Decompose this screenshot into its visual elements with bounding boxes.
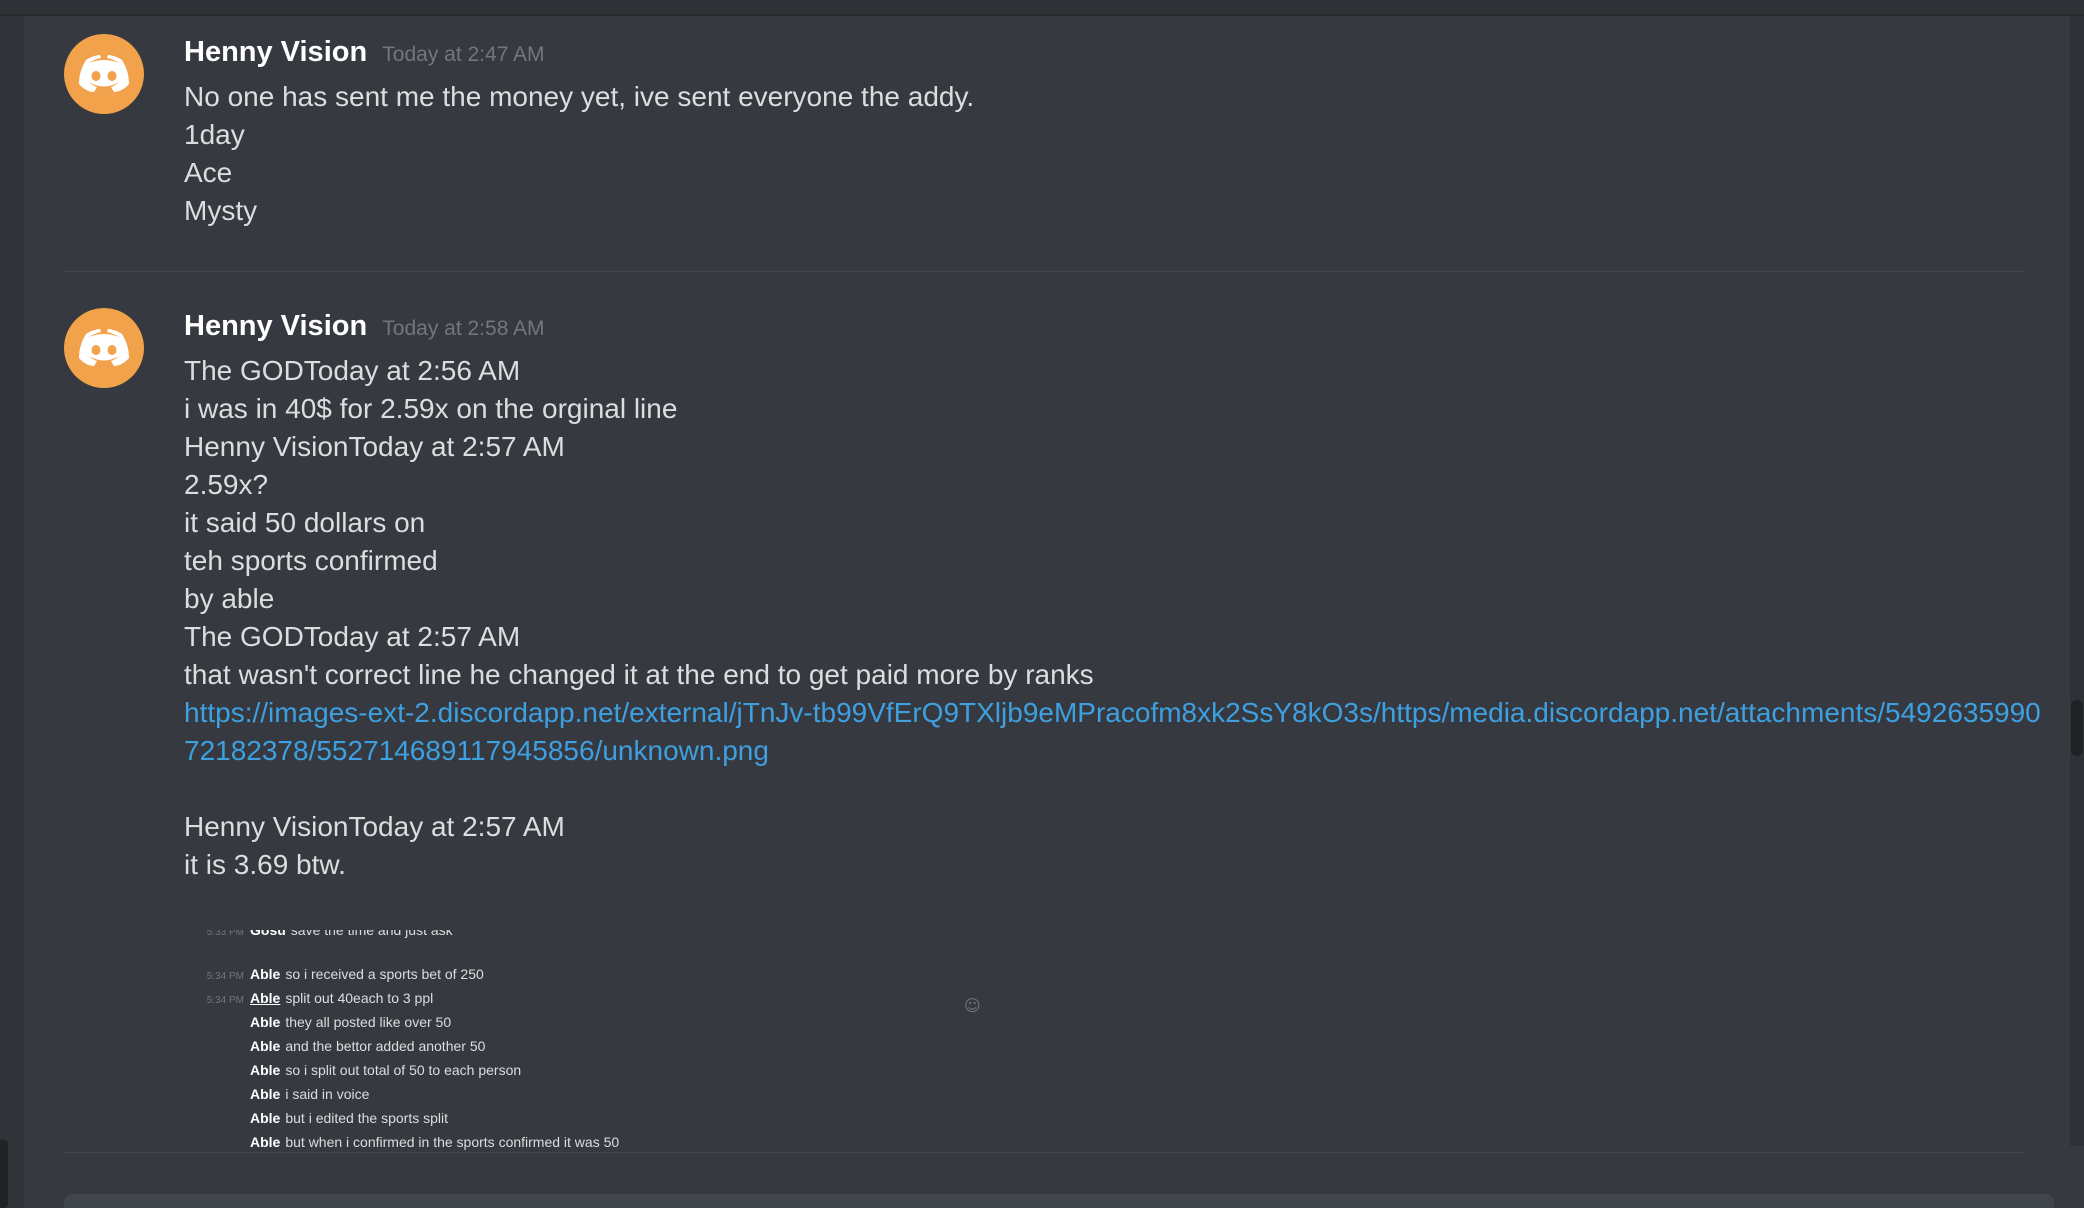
chat-window: Henny Vision Today at 2:47 AM No one has… (0, 0, 2084, 1208)
message-line: No one has sent me the money yet, ive se… (184, 81, 975, 112)
message-line: it said 50 dollars on (184, 507, 426, 538)
avatar[interactable] (64, 308, 144, 388)
message-line: Henny VisionToday at 2:57 AM (184, 811, 565, 842)
timestamp[interactable]: Today at 2:58 AM (382, 317, 544, 340)
embed-text: so i split out total of 50 to each perso… (285, 1062, 522, 1078)
embed-row: Able but i edited the sports split (184, 1110, 448, 1126)
message-divider (64, 271, 2026, 272)
embed-author: Able (250, 1110, 281, 1126)
message-divider (64, 1152, 2026, 1153)
embed-author: Able (250, 1086, 281, 1102)
left-scrollbar-thumb[interactable] (0, 1140, 8, 1208)
message-content: No one has sent me the money yet, ive se… (184, 78, 2054, 230)
discord-logo-icon (79, 55, 129, 92)
scrollbar-track[interactable] (2070, 16, 2084, 1146)
message-composer[interactable] (64, 1194, 2054, 1208)
embed-text: they all posted like over 50 (285, 1014, 452, 1030)
discord-logo-icon (79, 329, 129, 366)
embed-row: Able i said in voice (184, 1086, 369, 1102)
message-line: Henny VisionToday at 2:57 AM (184, 431, 565, 462)
message-content: The GODToday at 2:56 AM i was in 40$ for… (184, 352, 2054, 884)
embed-text: save the time and just ask (290, 930, 453, 938)
image-link[interactable]: https://images-ext-2.discordapp.net/exte… (184, 694, 2054, 770)
embed-author: Able (250, 990, 281, 1006)
message-header: Henny Vision Today at 2:47 AM (184, 36, 545, 69)
embed-row: 5:34 PM Able split out 40each to 3 ppl (184, 990, 433, 1006)
username[interactable]: Henny Vision (184, 310, 367, 342)
message-line: it is 3.69 btw. (184, 849, 346, 880)
embed-text: but i edited the sports split (285, 1110, 448, 1126)
embed-text: so i received a sports bet of 250 (285, 966, 484, 982)
message-line: Ace (184, 157, 233, 188)
message-line: The GODToday at 2:57 AM (184, 621, 521, 652)
embed-text: and the bettor added another 50 (285, 1038, 486, 1054)
embed-text: split out 40each to 3 ppl (285, 990, 434, 1006)
embed-text: i said in voice (285, 1086, 370, 1102)
embed-author: Able (250, 1014, 281, 1030)
message-header: Henny Vision Today at 2:58 AM (184, 310, 545, 343)
embed-row: 5:33 PM Gosu save the time and just ask (184, 930, 453, 938)
scrollbar-thumb[interactable] (2071, 700, 2083, 756)
embed-author: Able (250, 1062, 281, 1078)
embed-time: 5:33 PM (206, 930, 244, 938)
top-bar (0, 0, 2084, 16)
add-reaction-icon[interactable]: ☺ (964, 996, 981, 1015)
embed-time: 5:34 PM (206, 971, 244, 982)
embed-row: Able but when i confirmed in the sports c… (184, 1134, 619, 1150)
embed-row: 5:34 PM Able so i received a sports bet of… (184, 966, 484, 982)
embed-row: Able they all posted like over 50 (184, 1014, 451, 1030)
avatar[interactable] (64, 34, 144, 114)
message-line: i was in 40$ for 2.59x on the orginal li… (184, 393, 678, 424)
embed-author: Able (250, 966, 281, 982)
left-panel-edge (0, 16, 24, 1208)
message-line: The GODToday at 2:56 AM (184, 355, 521, 386)
message-line: by able (184, 583, 275, 614)
embedded-image[interactable]: 5:33 PM Gosu save the time and just ask 5:… (184, 930, 984, 1152)
embed-author: Gosu (250, 930, 286, 938)
message-line: 1day (184, 119, 245, 150)
embed-text: but when i confirmed in the sports confi… (285, 1134, 620, 1150)
message-line: 2.59x? (184, 469, 269, 500)
embed-time: 5:34 PM (206, 995, 244, 1006)
embed-author: Able (250, 1134, 281, 1150)
message-line: Mysty (184, 195, 258, 226)
timestamp[interactable]: Today at 2:47 AM (382, 43, 544, 66)
message-line: that wasn't correct line he changed it a… (184, 659, 1094, 690)
embed-row: Able so i split out total of 50 to each p… (184, 1062, 521, 1078)
embed-row: Able and the bettor added another 50 (184, 1038, 485, 1054)
message-line: teh sports confirmed (184, 545, 438, 576)
embed-author: Able (250, 1038, 281, 1054)
username[interactable]: Henny Vision (184, 36, 367, 68)
